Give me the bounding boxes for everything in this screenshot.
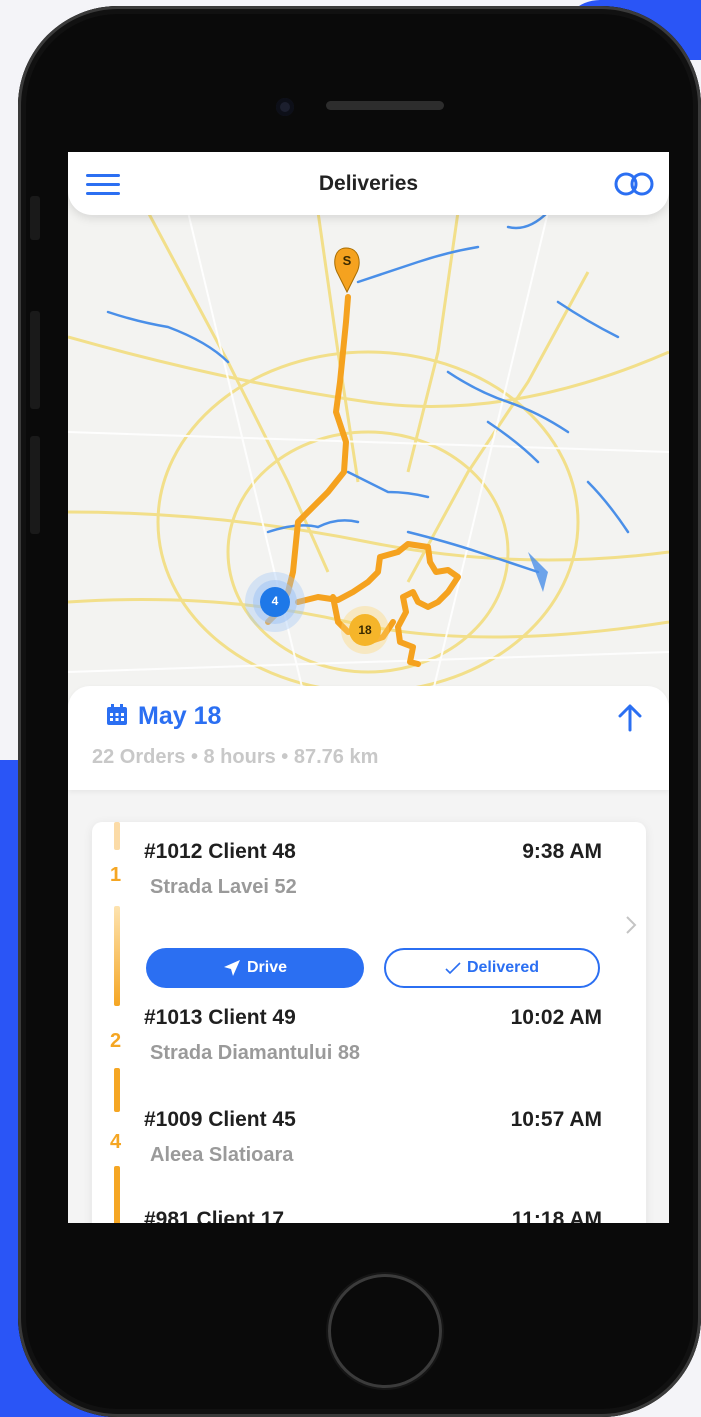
- order-item-1013[interactable]: #1013 Client 49 10:02 AM Strada Diamantu…: [92, 1006, 646, 1086]
- order-id: #1013 Client 49: [144, 1006, 296, 1029]
- delivered-label: Delivered: [466, 959, 540, 976]
- route-map[interactable]: S 4 18: [68, 152, 669, 713]
- order-item-981[interactable]: #981 Client 17 11:18 AM: [92, 1208, 646, 1223]
- cluster-label-orange[interactable]: 18: [353, 623, 377, 637]
- order-address: Strada Lavei 52: [150, 876, 297, 898]
- order-time: 9:38 AM: [522, 840, 602, 863]
- hamburger-icon[interactable]: [86, 174, 120, 196]
- calendar-icon: [107, 704, 127, 725]
- order-id: #981 Client 17: [144, 1208, 285, 1223]
- start-pin-label: S: [342, 253, 352, 268]
- orders-card: 1 2 4 #1012 Client 48 9:38 AM Strada Lav…: [92, 822, 646, 1223]
- toggle-icon[interactable]: [613, 172, 655, 196]
- day-summary: 22 Orders • 8 hours • 87.76 km: [92, 746, 379, 768]
- day-date: May 18: [138, 702, 222, 730]
- chevron-right-icon[interactable]: [624, 914, 638, 936]
- day-header: May 18 22 Orders • 8 hours • 87.76 km: [68, 686, 669, 790]
- order-time: 10:02 AM: [510, 1006, 602, 1029]
- orders-sheet: May 18 22 Orders • 8 hours • 87.76 km 1 …: [68, 686, 669, 1223]
- order-address: Strada Diamantului 88: [150, 1042, 361, 1064]
- drive-label: Drive: [246, 959, 288, 976]
- earpiece-speaker: [326, 101, 444, 110]
- app-screen: S 4 18 Deliveries May 18 22 Orders • 8 h…: [68, 152, 669, 1223]
- order-id: #1012 Client 48: [144, 840, 296, 863]
- volume-up-button: [30, 311, 40, 409]
- order-item-1012[interactable]: #1012 Client 48 9:38 AM Strada Lavei 52 …: [92, 840, 646, 1000]
- drive-button[interactable]: Drive: [146, 948, 364, 988]
- cluster-label-blue[interactable]: 4: [267, 594, 283, 608]
- front-camera: [276, 98, 294, 116]
- arrow-up-icon[interactable]: [615, 702, 645, 732]
- home-button[interactable]: [328, 1274, 442, 1388]
- order-time: 10:57 AM: [510, 1108, 602, 1131]
- order-id: #1009 Client 45: [144, 1108, 296, 1131]
- order-item-1009[interactable]: #1009 Client 45 10:57 AM Aleea Slatioara: [92, 1108, 646, 1188]
- navigation-arrow-icon: [223, 960, 240, 976]
- mute-switch: [30, 196, 40, 240]
- app-header: Deliveries: [68, 152, 669, 215]
- volume-down-button: [30, 436, 40, 534]
- checkmark-icon: [445, 962, 461, 975]
- delivered-button[interactable]: Delivered: [384, 948, 600, 988]
- order-time: 11:18 AM: [511, 1208, 602, 1223]
- order-address: Aleea Slatioara: [150, 1144, 294, 1166]
- page-title: Deliveries: [318, 171, 419, 195]
